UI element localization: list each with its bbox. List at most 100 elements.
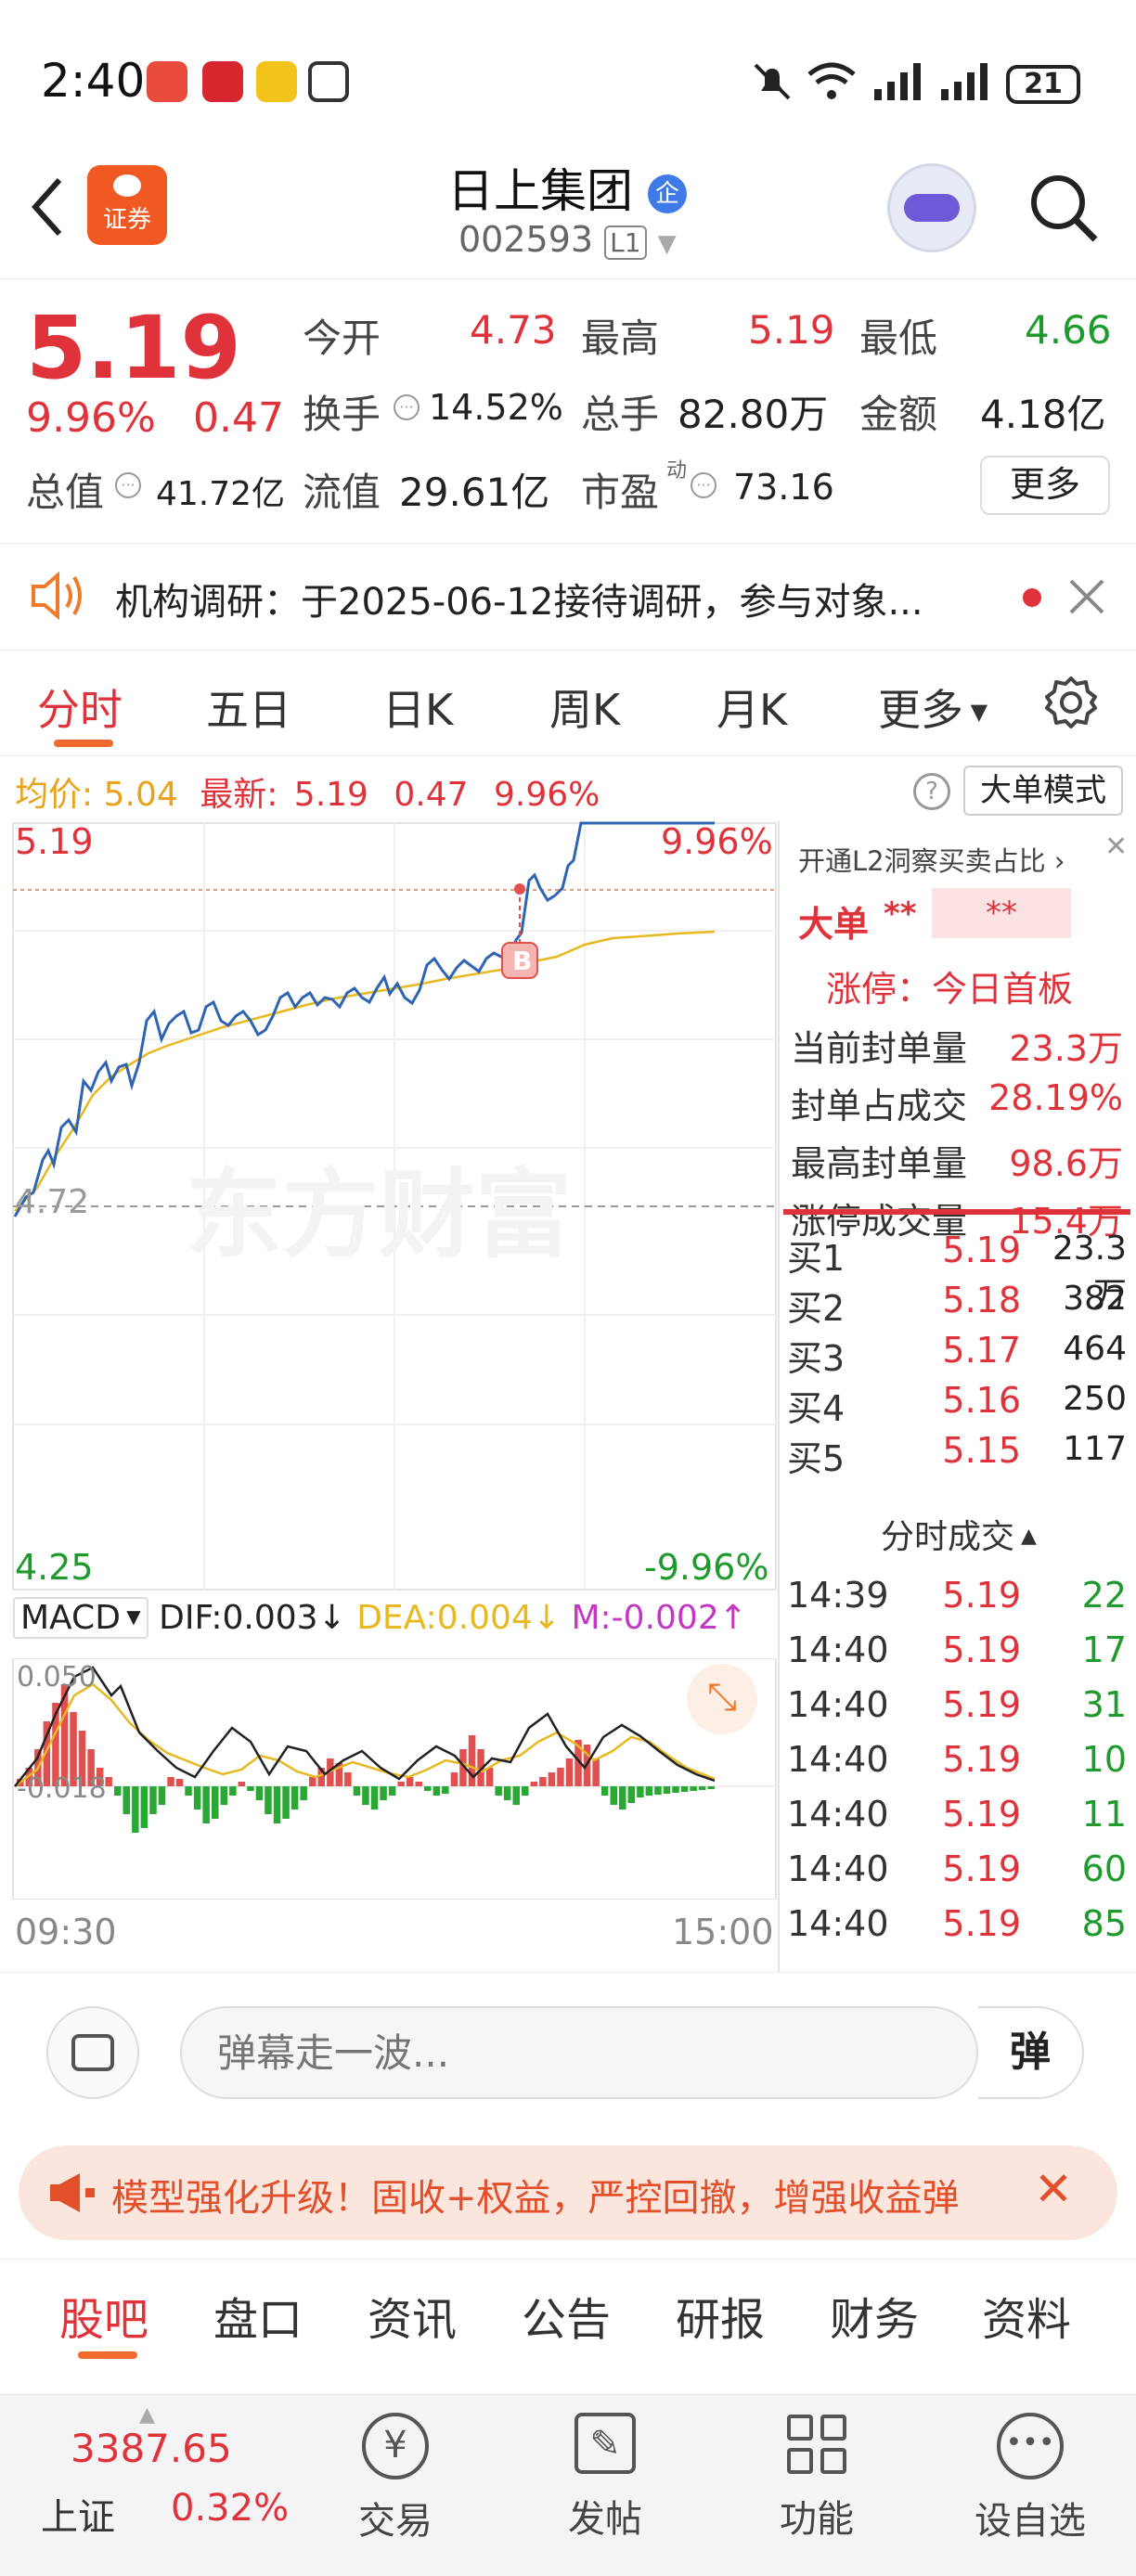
macd-top-label: 0.050 [17,1661,97,1694]
intraday-price-chart[interactable]: 东方财富 B [0,821,780,1805]
tab-announcements[interactable]: 公告 [522,2283,611,2348]
tab-five-day[interactable]: 五日 [206,676,291,738]
trade-volume: 60 [1081,1848,1127,1889]
avg-label: 均价: [15,776,94,814]
bid-volume: 464 [1063,1330,1127,1368]
l2-link[interactable]: 开通L2洞察买卖占比 › [798,840,1065,879]
float-value: 29.61亿 [399,470,550,515]
macd-bar [123,1786,130,1814]
robot-assistant-icon[interactable] [887,163,976,252]
macd-bar [193,1786,201,1810]
function-nav-item[interactable]: 功能 [761,2403,872,2570]
macd-bottom-label: -0.018 [17,1772,107,1805]
bid-volume: 382 [1063,1280,1127,1318]
tab-finance[interactable]: 财务 [830,2283,919,2348]
index-name: 上证 [41,2496,115,2539]
macd-bar [485,1768,494,1786]
limit-stat-label: 当前封单量 [791,1028,968,1069]
trade-time: 14:40 [787,1629,889,1670]
caret-down-icon: ▼ [963,699,988,725]
settings-gear-icon[interactable] [1043,675,1099,730]
trade-volume: 22 [1081,1575,1127,1616]
l2-link-label: 开通L2洞察买卖占比 [798,845,1046,877]
securities-logo[interactable]: 证券 [87,165,167,245]
tab-guba[interactable]: 股吧 [59,2283,148,2348]
latest-change: 0.47 [394,776,469,814]
macd-bar [265,1786,272,1814]
change-value: 0.47 [193,394,284,442]
promo-banner[interactable]: 模型强化升级！固收+权益，严控回撤，增强收益弹 ✕ [19,2145,1117,2240]
shou-notification-icon [256,61,297,102]
close-icon[interactable]: ✕ [1104,831,1128,863]
info-icon[interactable]: ··· [691,472,716,498]
big-order-mode-button[interactable]: 大单模式 [963,766,1123,816]
trade-price: 5.19 [942,1848,1021,1889]
tab-weekly-k[interactable]: 周K [549,676,620,738]
limit-stat-label: 最高封单量 [791,1143,968,1184]
back-icon[interactable] [26,174,67,239]
post-nav-item[interactable]: ✎ 发帖 [549,2403,661,2570]
trade-nav-item[interactable]: ¥ 交易 [340,2403,451,2570]
low-value: 4.66 [1025,307,1112,353]
help-icon[interactable]: ? [913,773,950,810]
bid-label: 买2 [787,1288,846,1329]
arrow-up-icon: ↑ [718,1599,747,1637]
megaphone-icon [50,2173,95,2212]
tab-daily-k[interactable]: 日K [382,676,453,738]
watermark: 东方财富 [186,1158,572,1271]
macd-bar [663,1786,671,1794]
danmu-button-label: 弹 [1010,2029,1051,2076]
danmu-input[interactable] [180,2006,978,2099]
macd-chart[interactable] [0,1658,780,1900]
tab-more[interactable]: 更多 ▼ [878,676,988,738]
index-widget[interactable]: ▲ 3387.65 上证 0.32% [19,2403,297,2570]
side-panel: 开通L2洞察买卖占比 › ✕ 大单 ** ** 涨停：今日首板 当前封单量 23.… [778,821,1136,1972]
macd-bar [610,1786,617,1805]
change-pct: 9.96% [26,394,156,442]
macd-bar [282,1786,290,1819]
tab-news[interactable]: 资讯 [368,2283,457,2348]
info-icon[interactable]: ··· [394,394,420,420]
close-icon[interactable]: ✕ [1034,2162,1073,2216]
status-time: 2:40 [41,54,146,108]
macd-bar [495,1786,502,1796]
macd-selector[interactable]: MACD ▼ [13,1597,148,1639]
macd-bar [698,1786,706,1790]
tab-pankou[interactable]: 盘口 [213,2283,303,2348]
top-nav: 证券 日上集团 企 002593 L1 ▼ [0,148,1136,278]
promo-text: 模型强化升级！固收+权益，严控回撤，增强收益弹 [111,2177,960,2220]
speaker-icon [32,571,82,621]
add-watchlist-nav-item[interactable]: ••• 设自选 [965,2403,1095,2570]
macd-bar [212,1786,219,1819]
trades-header[interactable]: 分时成交 ▲ [780,1510,1136,1558]
bottom-price-label: 4.25 [15,1547,94,1588]
mid-price-label: 4.72 [15,1183,90,1221]
pe-label: 市盈 [581,470,660,515]
close-icon[interactable] [1067,577,1106,616]
bid-price: 5.16 [942,1380,1021,1421]
tab-research[interactable]: 研报 [676,2283,765,2348]
dea-line [14,1682,716,1787]
danmu-button[interactable]: 弹 [978,2006,1084,2099]
notice-bar[interactable]: 机构调研：于2025-06-12接待调研，参与对象... [0,543,1136,645]
turnover-value: 14.52% [429,387,563,428]
stock-code-row[interactable]: 002593 L1 ▼ [458,219,677,260]
info-icon[interactable]: ··· [115,472,141,498]
macd-bar [238,1782,246,1786]
more-button[interactable]: 更多 [980,456,1110,515]
pe-superscript: 动 [666,459,688,483]
tab-profile[interactable]: 资料 [982,2283,1071,2348]
mktcap-value: 41.72亿 [156,475,286,513]
tab-monthly-k[interactable]: 月K [716,676,787,738]
macd-bar [344,1772,352,1786]
search-icon[interactable] [1025,169,1103,247]
macd-header: MACD ▼ DIF:0.003↓ DEA:0.004↓ M:-0.002↑ [13,1597,747,1639]
macd-bar [565,1758,574,1786]
expand-icon[interactable]: ⤡ [687,1664,757,1734]
trade-volume: 10 [1081,1739,1127,1780]
tab-intraday[interactable]: 分时 [37,676,123,738]
current-price: 5.19 [26,298,241,399]
macd-bar [388,1786,396,1796]
comment-icon[interactable] [46,2006,139,2099]
start-time-label: 09:30 [15,1912,117,1952]
